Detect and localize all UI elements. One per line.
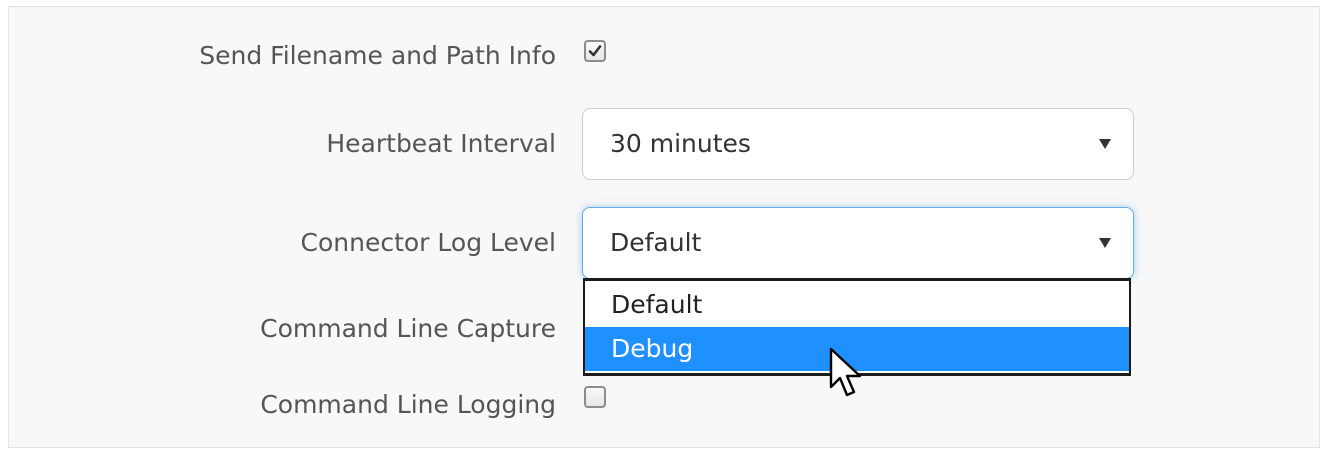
caret-down-icon bbox=[1099, 238, 1111, 248]
check-icon bbox=[588, 45, 602, 57]
send-filename-checkbox[interactable] bbox=[584, 40, 606, 62]
heartbeat-interval-value: 30 minutes bbox=[610, 129, 751, 158]
connector-log-level-select[interactable]: Default bbox=[582, 207, 1134, 279]
log-level-option-default[interactable]: Default bbox=[585, 283, 1129, 327]
command-line-logging-label: Command Line Logging bbox=[260, 390, 556, 419]
command-line-capture-label: Command Line Capture bbox=[260, 314, 556, 343]
connector-log-level-value: Default bbox=[610, 228, 702, 257]
mouse-pointer-icon bbox=[829, 347, 862, 397]
command-line-logging-checkbox[interactable] bbox=[584, 386, 606, 408]
connector-log-level-label: Connector Log Level bbox=[300, 228, 556, 257]
caret-down-icon bbox=[1099, 139, 1111, 149]
heartbeat-interval-select[interactable]: 30 minutes bbox=[582, 108, 1134, 180]
heartbeat-interval-label: Heartbeat Interval bbox=[326, 129, 556, 158]
send-filename-label: Send Filename and Path Info bbox=[199, 41, 556, 70]
